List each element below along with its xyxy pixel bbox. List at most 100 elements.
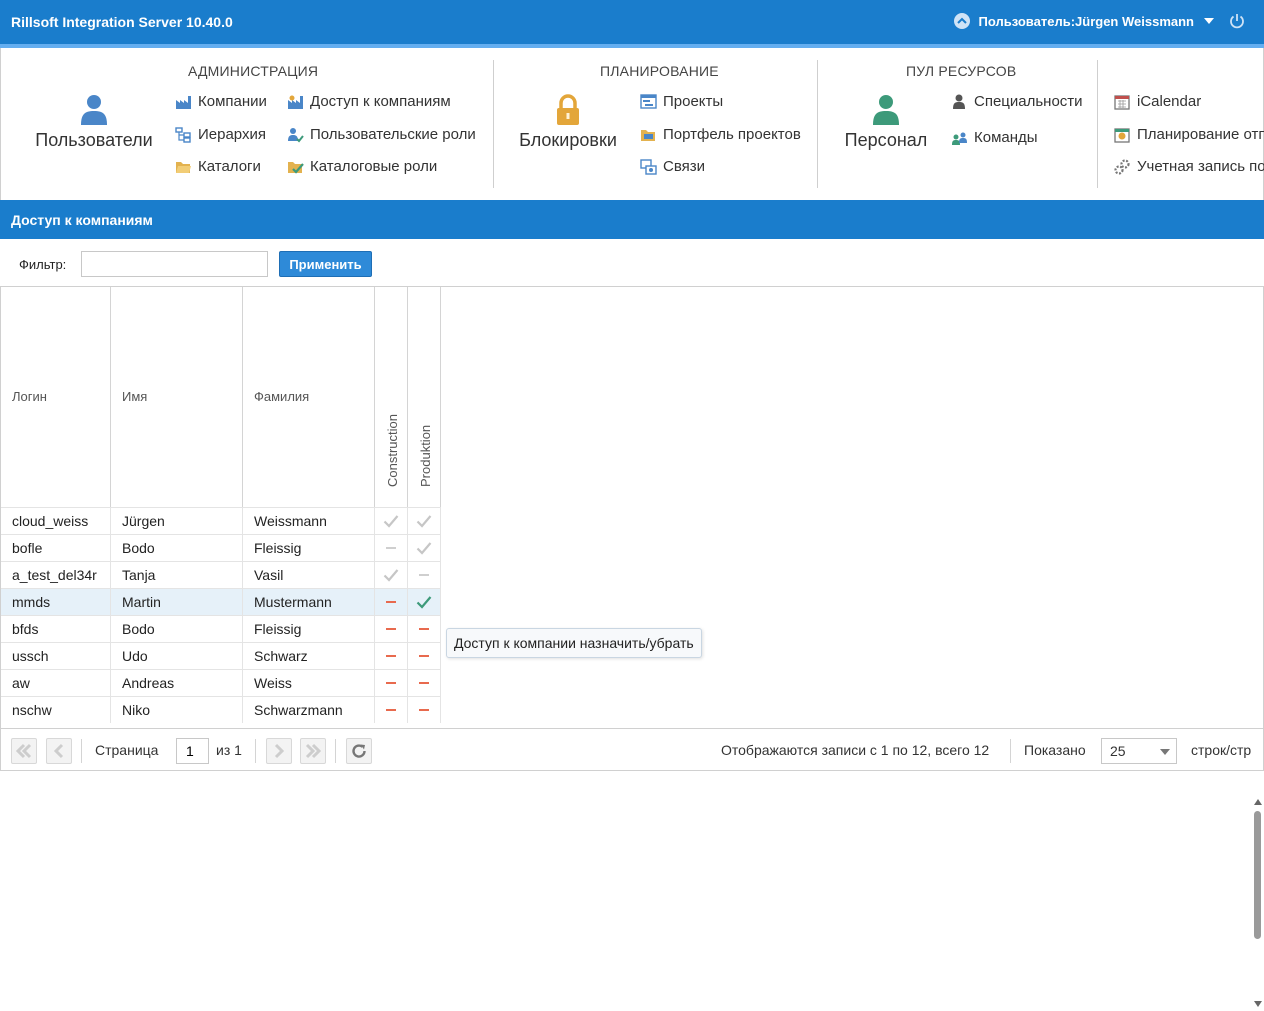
construction-access-toggle[interactable]: [375, 535, 408, 561]
scroll-down-arrow-icon[interactable]: [1254, 1001, 1262, 1007]
companies-button[interactable]: Компании: [175, 93, 267, 110]
column-header-login[interactable]: Логин: [1, 287, 111, 507]
dash-red-icon: [386, 628, 396, 630]
catalog-roles-button[interactable]: Каталоговые роли: [287, 158, 437, 175]
user-account-button[interactable]: Учетная запись по: [1114, 158, 1264, 175]
produktion-access-toggle[interactable]: [408, 643, 441, 669]
links-button[interactable]: Связи: [640, 158, 705, 175]
login-cell: ussch: [1, 643, 111, 669]
table-row[interactable]: nschw Niko Schwarzmann: [1, 696, 441, 723]
team-icon: [952, 132, 967, 145]
dash-red-icon: [386, 655, 396, 657]
pager-separator: [1010, 739, 1011, 763]
table-row[interactable]: bofle Bodo Fleissig: [1, 534, 441, 561]
construction-access-toggle[interactable]: [375, 697, 408, 723]
construction-access-toggle[interactable]: [375, 562, 408, 588]
pager-separator: [255, 739, 256, 763]
catalogs-button[interactable]: Каталоги: [175, 158, 261, 175]
project-portfolio-button[interactable]: Портфель проектов: [640, 126, 801, 143]
construction-access-toggle[interactable]: [375, 589, 408, 615]
power-icon[interactable]: [1228, 12, 1246, 30]
page-label: Страница: [95, 742, 159, 758]
vertical-scrollbar[interactable]: [1251, 795, 1264, 1011]
last-name-cell: Weissmann: [243, 508, 375, 534]
scroll-up-arrow-icon[interactable]: [1254, 799, 1262, 805]
refresh-button[interactable]: [346, 738, 372, 764]
apply-button[interactable]: Применить: [279, 251, 372, 277]
chevron-up-icon[interactable]: [953, 13, 970, 29]
filter-label: Фильтр:: [19, 257, 67, 272]
specialties-button[interactable]: Специальности: [951, 93, 1083, 110]
table-row[interactable]: bfds Bodo Fleissig: [1, 615, 441, 642]
table-row[interactable]: mmds Martin Mustermann: [1, 588, 441, 615]
ribbon-toolbar: АДМИНИСТРАЦИЯ Пользователи Компании Дост…: [0, 48, 1264, 200]
produktion-access-toggle[interactable]: [408, 697, 441, 723]
vacation-planning-button[interactable]: Планирование отп: [1114, 126, 1264, 143]
filter-input[interactable]: [81, 251, 268, 277]
page-size-select[interactable]: 25: [1101, 738, 1177, 764]
produktion-access-toggle[interactable]: [408, 562, 441, 588]
column-header-produktion[interactable]: Produktion: [408, 287, 441, 507]
last-name-cell: Fleissig: [243, 535, 375, 561]
login-cell: bofle: [1, 535, 111, 561]
locks-button[interactable]: Блокировки: [513, 94, 623, 151]
pager-separator: [81, 739, 82, 763]
locks-button-label: Блокировки: [519, 130, 617, 150]
lock-icon: [557, 94, 579, 125]
chevron-down-icon[interactable]: [1160, 749, 1170, 755]
column-header-construction[interactable]: Construction: [375, 287, 408, 507]
construction-access-toggle[interactable]: [375, 643, 408, 669]
previous-page-button[interactable]: [46, 738, 72, 764]
user-label[interactable]: Пользователь:Jürgen Weissmann: [979, 14, 1194, 29]
users-button[interactable]: Пользователи: [35, 94, 153, 151]
construction-access-toggle[interactable]: [375, 616, 408, 642]
construction-access-toggle[interactable]: [375, 670, 408, 696]
first-name-cell: Martin: [111, 589, 243, 615]
produktion-access-toggle[interactable]: [408, 535, 441, 561]
teams-button[interactable]: Команды: [951, 129, 1038, 146]
check-green-icon: [416, 596, 432, 609]
hierarchy-button[interactable]: Иерархия: [175, 126, 266, 143]
projects-button[interactable]: Проекты: [640, 93, 723, 110]
table-row[interactable]: ussch Udo Schwarz: [1, 642, 441, 669]
dash-red-icon: [419, 655, 429, 657]
next-page-button[interactable]: [266, 738, 292, 764]
login-cell: nschw: [1, 697, 111, 723]
first-page-button[interactable]: [11, 738, 37, 764]
produktion-access-toggle[interactable]: [408, 616, 441, 642]
last-page-button[interactable]: [300, 738, 326, 764]
person-icon: [873, 95, 899, 125]
access-grid: Логин Имя Фамилия Construction Produktio…: [0, 286, 1264, 1007]
dash-red-icon: [386, 682, 396, 684]
produktion-access-toggle[interactable]: [408, 670, 441, 696]
table-row[interactable]: a_test_del34r Tanja Vasil: [1, 561, 441, 588]
last-name-cell: Vasil: [243, 562, 375, 588]
table-row[interactable]: aw Andreas Weiss: [1, 669, 441, 696]
check-gray-icon: [416, 515, 432, 528]
pagination-bar: Страница из 1 Отображаются записи с 1 по…: [0, 728, 1264, 771]
double-chevron-left-icon: [15, 743, 32, 759]
last-name-cell: Fleissig: [243, 616, 375, 642]
group-title-admin: АДМИНИСТРАЦИЯ: [188, 63, 319, 79]
caret-down-icon[interactable]: [1204, 18, 1214, 24]
user-roles-button[interactable]: Пользовательские роли: [287, 126, 476, 143]
produktion-access-toggle[interactable]: [408, 589, 441, 615]
scroll-thumb[interactable]: [1254, 811, 1261, 939]
folder-icon: [176, 161, 191, 173]
dash-gray-icon: [386, 547, 396, 549]
dash-red-icon: [386, 601, 396, 603]
construction-access-toggle[interactable]: [375, 508, 408, 534]
column-header-first-name[interactable]: Имя: [111, 287, 243, 507]
page-number-input[interactable]: [176, 738, 209, 764]
staff-button[interactable]: Персонал: [839, 94, 933, 151]
icalendar-button[interactable]: iCalendar: [1114, 93, 1201, 110]
user-menu[interactable]: Пользователь:Jürgen Weissmann: [953, 12, 1246, 30]
column-header-last-name[interactable]: Фамилия: [243, 287, 375, 507]
last-name-cell: Mustermann: [243, 589, 375, 615]
produktion-access-toggle[interactable]: [408, 508, 441, 534]
factory-key-icon: [288, 95, 303, 109]
group-title-planning: ПЛАНИРОВАНИЕ: [600, 63, 719, 79]
app-header: Rillsoft Integration Server 10.40.0 Поль…: [0, 0, 1264, 44]
table-row[interactable]: cloud_weiss Jürgen Weissmann: [1, 507, 441, 534]
company-access-button[interactable]: Доступ к компаниям: [287, 93, 451, 110]
